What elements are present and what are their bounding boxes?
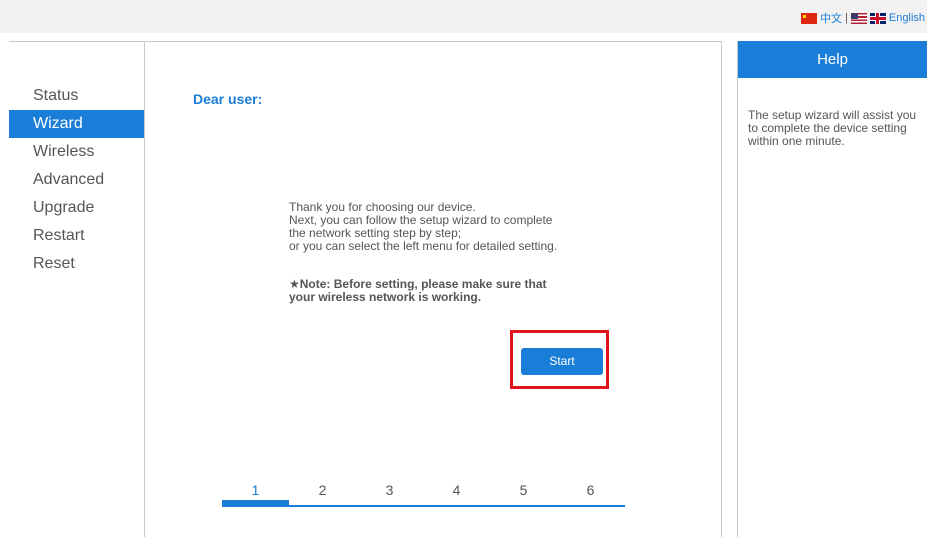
note-line: your wireless network is working. [289,290,482,304]
help-text: The setup wizard will assist you to comp… [748,108,917,148]
help-panel: Help The setup wizard will assist you to… [737,41,927,537]
sidebar-item-upgrade[interactable]: Upgrade [9,194,144,222]
sidebar-item-restart[interactable]: Restart [9,222,144,250]
step-2: 2 [318,482,327,498]
start-button[interactable]: Start [521,348,603,375]
sidebar-menu: Status Wizard Wireless Advanced Upgrade … [9,82,144,278]
step-1: 1 [251,482,260,498]
note-text: ★Note: Before setting, please make sure … [289,278,619,304]
language-chinese-link[interactable]: 中文 [820,10,842,26]
wizard-content: Dear user: Thank you for choosing our de… [145,41,722,537]
help-title: Help [738,41,927,78]
language-switcher: 中文 | English [801,10,925,26]
step-3: 3 [385,482,394,498]
china-flag-icon[interactable] [801,12,818,24]
sidebar-item-status[interactable]: Status [9,82,144,110]
uk-flag-icon[interactable] [869,12,886,24]
intro-text: Thank you for choosing our device. Next,… [289,201,619,253]
language-english-link[interactable]: English [889,12,925,24]
sidebar-item-reset[interactable]: Reset [9,250,144,278]
sidebar: Status Wizard Wireless Advanced Upgrade … [9,41,145,537]
sidebar-item-advanced[interactable]: Advanced [9,166,144,194]
greeting-title: Dear user: [193,91,263,107]
us-flag-icon[interactable] [850,12,867,24]
sidebar-item-wireless[interactable]: Wireless [9,138,144,166]
router-setup-page: 中文 | English Status Wizard Wireless Adva… [0,0,927,537]
top-bar: 中文 | English [0,0,927,33]
step-5: 5 [519,482,528,498]
wizard-step-indicator: 1 2 3 4 5 6 [222,475,625,507]
language-separator: | [845,12,848,24]
step-4: 4 [452,482,461,498]
sidebar-item-wizard[interactable]: Wizard [9,110,144,138]
step-active-bar [222,500,289,507]
step-6: 6 [586,482,595,498]
intro-line: or you can select the left menu for deta… [289,239,558,253]
